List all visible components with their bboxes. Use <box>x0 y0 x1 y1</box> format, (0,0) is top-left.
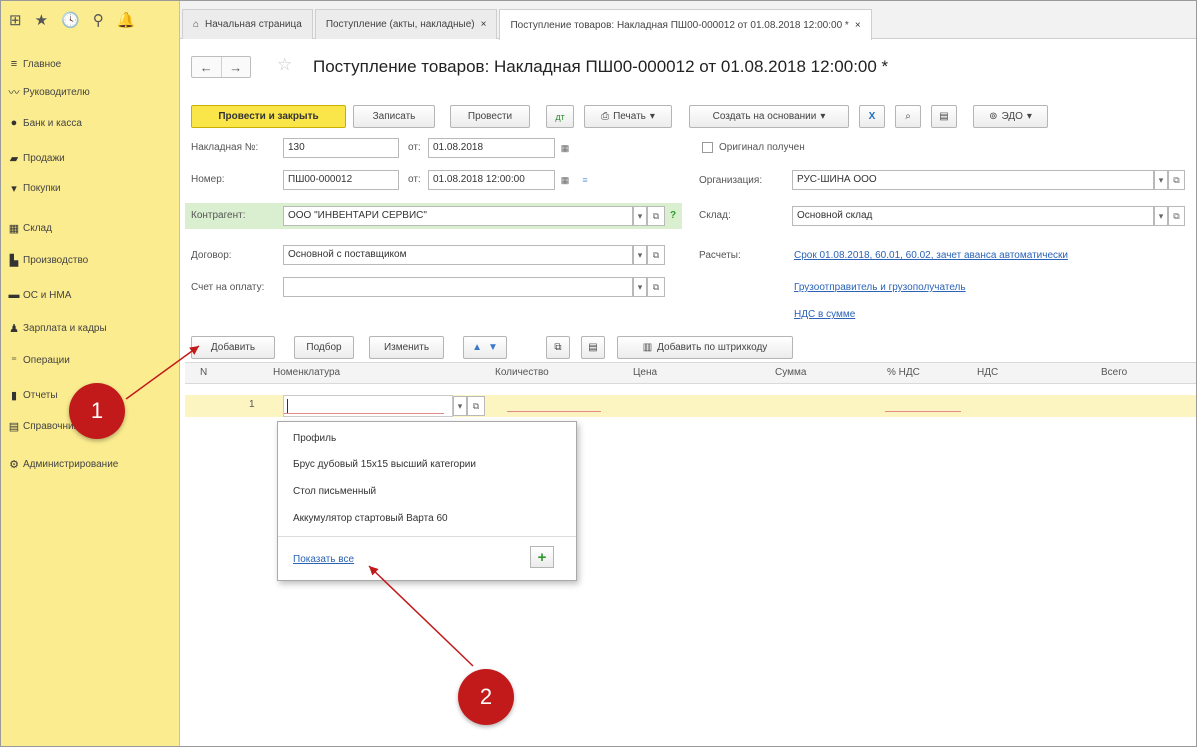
arrow-1 <box>125 345 200 400</box>
arrow-2 <box>368 565 474 667</box>
app-window: ⊞ ★ 🕓 ⚲ 🔔 ⌂ Начальная страница Поступлен… <box>0 0 1197 747</box>
step-marker-2: 2 <box>458 669 514 725</box>
annotation-arrows <box>125 345 474 667</box>
step-marker-1: 1 <box>69 383 125 439</box>
